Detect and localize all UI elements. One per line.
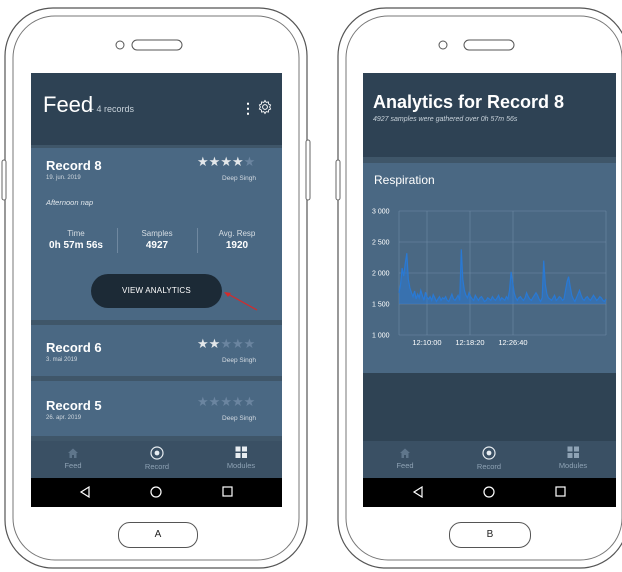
star-empty-icon[interactable]: ★ [220,394,232,409]
empty-area [363,373,616,441]
y-tick-label: 1 000 [372,333,390,340]
stat-time-label: Time [67,229,85,238]
star-empty-icon[interactable]: ★ [232,336,244,351]
star-filled-icon[interactable]: ★ [209,154,221,169]
y-tick-label: 2 500 [372,240,390,247]
page-title: Analytics for Record 8 [373,92,565,112]
page-title: Feed [43,92,94,117]
record-count: - 4 records [91,104,135,114]
nav-label: Modules [558,461,588,470]
nav-modules[interactable]: Modules [211,441,271,478]
recents-icon[interactable] [555,486,566,497]
record-icon [150,446,164,460]
star-filled-icon[interactable]: ★ [197,336,209,351]
record-date: 26. apr. 2019 [46,415,82,421]
star-empty-icon[interactable]: ★ [197,394,209,409]
nav-record[interactable]: Record [127,441,187,478]
view-analytics-button[interactable]: VIEW ANALYTICS [91,274,222,308]
nav-feed[interactable]: Feed [375,441,435,478]
nav-label: Modules [226,461,256,470]
phone-b-label: B [449,522,531,548]
star-empty-icon[interactable]: ★ [209,394,221,409]
x-tick-label: 12:18:20 [455,338,484,347]
star-empty-icon[interactable]: ★ [244,336,256,351]
record-icon [482,446,496,460]
nav-record[interactable]: Record [459,441,519,478]
record-author: Deep Singh [222,415,256,422]
kebab-menu-icon[interactable]: ⋮ [241,101,255,115]
record-date: 3. mai 2019 [46,357,78,363]
app-header: Feed - 4 records ⋮ [31,73,282,145]
rating-stars[interactable]: ★★★★★ [197,394,255,410]
stat-resp-label: Avg. Resp [218,229,256,238]
record-note: Afternoon nap [46,198,94,207]
stat-divider [197,228,198,253]
stat-samples-value: 4927 [145,240,169,251]
screen-analytics: Analytics for Record 8 4927 samples were… [363,73,616,507]
bottom-nav: Feed Record Modules [31,441,282,478]
app-header: Analytics for Record 8 4927 samples were… [363,73,616,157]
rating-stars[interactable]: ★★★★★ [197,154,255,170]
stat-time-value: 0h 57m 56s [49,240,103,251]
system-nav-bar [363,478,616,507]
nav-label: Record [144,462,170,471]
record-card-6[interactable]: Record 6 3. mai 2019 ★★★★★ Deep Singh [31,325,282,376]
recents-icon[interactable] [222,486,233,497]
record-title: Record 8 [46,158,102,173]
star-empty-icon[interactable]: ★ [244,394,256,409]
star-empty-icon[interactable]: ★ [220,336,232,351]
screen-feed: Feed - 4 records ⋮ Record 8 19. jun. 201… [31,73,282,507]
x-tick-label: 12:26:40 [498,338,527,347]
modules-icon [567,446,579,458]
x-tick-label: 12:10:00 [412,338,441,347]
record-title: Record 5 [46,398,102,413]
back-icon[interactable] [412,486,424,498]
stat-divider [117,228,118,253]
bottom-nav: Feed Record Modules [363,441,616,478]
back-icon[interactable] [79,486,91,498]
star-empty-icon[interactable]: ★ [232,394,244,409]
home-button-icon[interactable] [483,486,495,498]
nav-modules[interactable]: Modules [543,441,603,478]
nav-label: Record [476,462,502,471]
respiration-panel: Respiration 3 000 2 500 2 000 1 500 1 000 12:… [363,163,616,373]
home-icon [400,448,410,458]
modules-icon [235,446,247,458]
nav-feed[interactable]: Feed [43,441,103,478]
star-filled-icon[interactable]: ★ [209,336,221,351]
record-card-5[interactable]: Record 5 26. apr. 2019 ★★★★★ Deep Singh [31,381,282,436]
record-author: Deep Singh [222,175,256,182]
star-empty-icon[interactable]: ★ [244,154,256,169]
stat-samples-label: Samples [141,229,173,238]
respiration-chart[interactable]: 3 000 2 500 2 000 1 500 1 000 12:10:00 12:18:2… [363,201,616,361]
record-author: Deep Singh [222,357,256,364]
y-tick-label: 3 000 [372,209,390,216]
star-filled-icon[interactable]: ★ [232,154,244,169]
star-filled-icon[interactable]: ★ [197,154,209,169]
nav-label: Feed [396,461,414,470]
record-title: Record 6 [46,340,102,355]
chart-title: Respiration [374,173,435,187]
annotation-arrow [224,292,258,311]
home-button-icon[interactable] [150,486,162,498]
page-subtitle: 4927 samples were gathered over 0h 57m 5… [373,116,518,123]
record-date: 19. jun. 2019 [46,175,81,181]
rating-stars[interactable]: ★★★★★ [197,336,255,352]
series-line [398,249,607,303]
y-tick-label: 2 000 [372,271,390,278]
y-tick-label: 1 500 [372,302,390,309]
phone-a-label: A [118,522,198,548]
star-filled-icon[interactable]: ★ [220,154,232,169]
nav-label: Feed [64,461,82,470]
system-nav-bar [31,478,282,507]
gear-icon[interactable] [257,99,273,115]
stat-resp-value: 1920 [225,240,249,251]
home-icon [68,448,78,458]
